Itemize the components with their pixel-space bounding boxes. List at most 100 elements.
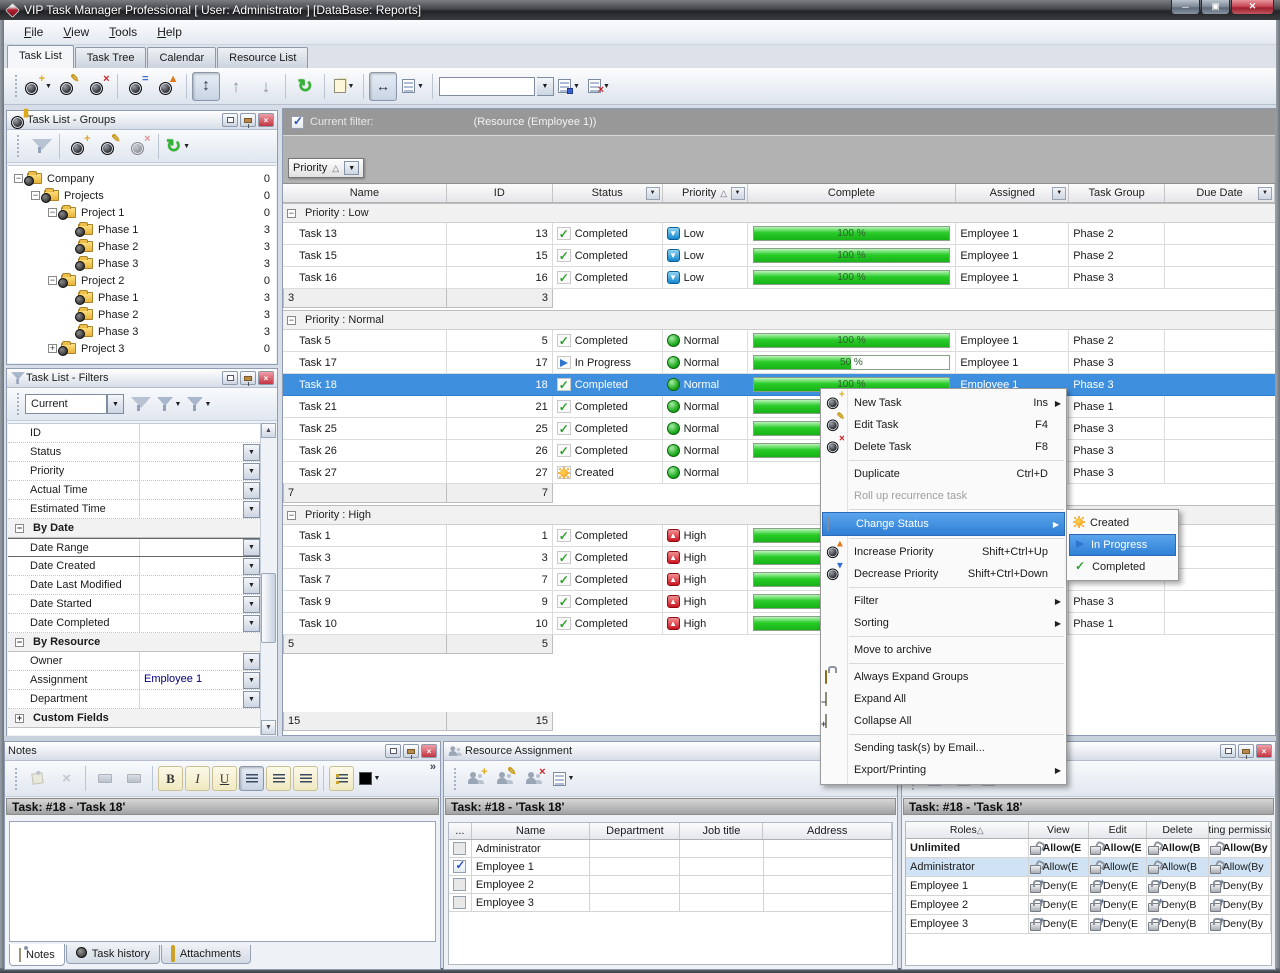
group-filter-button[interactable]: [26, 132, 54, 161]
resource-assign-resource-button[interactable]: +: [463, 765, 490, 792]
resource-resource-list-button[interactable]: ▼: [550, 765, 577, 792]
bold-button[interactable]: B: [158, 766, 183, 791]
complete-task-button[interactable]: =: [123, 72, 151, 101]
groups-pin-button[interactable]: [240, 113, 256, 127]
collapse-group-icon[interactable]: −: [287, 209, 296, 218]
bottom-tab-notes[interactable]: Notes: [9, 944, 65, 966]
column-header-name[interactable]: Name: [283, 184, 447, 202]
groups-restore-button[interactable]: [222, 113, 238, 127]
resource-checkbox[interactable]: [453, 842, 466, 855]
filter-field-value[interactable]: [139, 557, 243, 575]
align-center-button[interactable]: [266, 766, 291, 791]
filter-row-assignment[interactable]: AssignmentEmployee 1▼: [8, 671, 260, 690]
refresh-button[interactable]: ↻: [291, 72, 319, 101]
column-header-id[interactable]: ID: [447, 184, 553, 202]
submenu-item-completed[interactable]: ✓Completed: [1069, 556, 1176, 578]
column-filter-button[interactable]: ▼: [646, 187, 660, 200]
filter-section-custom-fields[interactable]: +Custom Fields: [8, 709, 260, 728]
resource-column-job-title[interactable]: Job title: [680, 823, 763, 839]
tab-calendar[interactable]: Calendar: [147, 47, 216, 68]
resource-row[interactable]: Employee 2: [449, 876, 892, 894]
filters-toolbar-drag-handle[interactable]: [16, 392, 21, 416]
menu-view[interactable]: View: [53, 21, 99, 43]
task-row[interactable]: Task 2525✓CompletedNormalPhase 3: [283, 418, 1275, 440]
resource-column-name[interactable]: Name: [472, 823, 591, 839]
menu-item-change-status[interactable]: Change Status▶: [822, 512, 1065, 536]
tab-resource-list[interactable]: Resource List: [217, 47, 308, 68]
column-filter-button[interactable]: ▼: [1258, 187, 1272, 200]
filter-field-value[interactable]: [139, 539, 243, 556]
menu-item-increase-priority[interactable]: ▲Increase PriorityShift+Ctrl+Up: [821, 541, 1066, 563]
filter-field-value[interactable]: [139, 652, 243, 670]
tree-item[interactable]: −Company0: [8, 170, 276, 187]
task-row[interactable]: Task 1515✓Completed▼Low100 %Employee 1Ph…: [283, 245, 1275, 267]
resource-column-address[interactable]: Address: [763, 823, 892, 839]
groups-toolbar-drag-handle[interactable]: [16, 134, 21, 158]
delete-note-button[interactable]: ×: [53, 765, 80, 792]
italic-button[interactable]: I: [185, 766, 210, 791]
task-row[interactable]: Task 2626✓CompletedNormalPhase 3: [283, 440, 1275, 462]
filter-dropdown-button[interactable]: ▼: [243, 444, 260, 461]
layout-combo[interactable]: [439, 77, 535, 96]
expand-toggle-icon[interactable]: −: [15, 638, 24, 647]
group-header[interactable]: −Priority : Low: [283, 203, 1275, 223]
columns-button[interactable]: ▼: [399, 72, 427, 101]
task-row[interactable]: Task 1616✓Completed▼Low100 %Employee 1Ph…: [283, 267, 1275, 289]
filters-scrollbar[interactable]: ▲ ▼: [260, 423, 276, 735]
menu-item-delete-task[interactable]: ×Delete TaskF8: [821, 436, 1066, 458]
expand-toggle-icon[interactable]: −: [31, 191, 40, 200]
font-color-button[interactable]: ▼: [356, 765, 383, 792]
filter-field-value[interactable]: [139, 595, 243, 613]
edit-task-button[interactable]: ✎: [54, 72, 82, 101]
reopen-task-button[interactable]: ▲: [153, 72, 181, 101]
task-row[interactable]: Task 1818✓CompletedNormal100 %Employee 1…: [283, 374, 1275, 396]
save-filter-button[interactable]: ▼: [155, 390, 183, 419]
move-down-button[interactable]: ↓: [252, 72, 280, 101]
edit-group-button[interactable]: ✎: [95, 132, 123, 161]
filter-row-id[interactable]: ID: [8, 424, 260, 443]
task-row[interactable]: Task 1010✓Completed▲HighPhase 1: [283, 613, 1275, 635]
minimize-button[interactable]: ─: [1171, 0, 1200, 15]
expand-toggle-icon[interactable]: +: [15, 714, 24, 723]
filter-preset-select[interactable]: Current: [25, 394, 107, 414]
group-by-chip[interactable]: Priority △ ▼: [288, 158, 364, 178]
apply-filter-button[interactable]: [125, 390, 153, 419]
close-button[interactable]: ✕: [1231, 0, 1274, 15]
permissions-row[interactable]: UnlimitedAllow(EAllow(EAllow(BAllow(By: [906, 839, 1271, 858]
scroll-down-button[interactable]: ▼: [261, 720, 276, 735]
resource-remove-assignment-button[interactable]: ×: [521, 765, 548, 792]
scroll-up-button[interactable]: ▲: [261, 423, 276, 438]
new-task-button[interactable]: +▼: [24, 72, 52, 101]
tree-item[interactable]: −Projects0: [8, 187, 276, 204]
collapse-group-icon[interactable]: −: [287, 316, 296, 325]
menu-item-duplicate[interactable]: DuplicateCtrl+D: [821, 463, 1066, 485]
fit-columns-button[interactable]: ↔: [369, 72, 397, 101]
permissions-row[interactable]: AdministratorAllow(EAllow(EAllow(BAllow(…: [906, 858, 1271, 877]
permissions-column-edit[interactable]: Edit: [1089, 822, 1147, 838]
permissions-row[interactable]: Employee 2Deny(EDeny(EDeny(BDeny(By: [906, 896, 1271, 915]
filter-row-department[interactable]: Department▼: [8, 690, 260, 709]
filter-dropdown-button[interactable]: ▼: [243, 558, 260, 575]
column-filter-button[interactable]: ▼: [1052, 187, 1066, 200]
resource-column-check[interactable]: ...: [449, 823, 472, 839]
expand-toggle-icon[interactable]: −: [15, 524, 24, 533]
permissions-pin-button[interactable]: [1238, 744, 1254, 758]
duplicate-button[interactable]: ▼: [330, 72, 358, 101]
task-row[interactable]: Task 1717In ProgressNormal50 %Employee 1…: [283, 352, 1275, 374]
filter-field-value[interactable]: [139, 614, 243, 632]
filter-dropdown-button[interactable]: ▼: [243, 577, 260, 594]
filter-dropdown-button[interactable]: ▼: [243, 615, 260, 632]
filter-section-by-resource[interactable]: −By Resource: [8, 633, 260, 652]
tree-item[interactable]: Phase 33: [8, 255, 276, 272]
toolbar-overflow-button[interactable]: »: [430, 761, 436, 773]
filter-dropdown-button[interactable]: ▼: [243, 539, 260, 556]
notes-close-button[interactable]: ×: [421, 744, 437, 758]
permissions-column-roles[interactable]: Roles△: [906, 822, 1029, 838]
expand-toggle-icon[interactable]: −: [48, 208, 57, 217]
filter-row-owner[interactable]: Owner▼: [8, 652, 260, 671]
notes-toolbar-drag-handle[interactable]: [14, 767, 19, 791]
filter-row-date-started[interactable]: Date Started▼: [8, 595, 260, 614]
layout-combo-dropdown[interactable]: ▼: [537, 77, 554, 96]
expand-toggle-icon[interactable]: −: [14, 174, 23, 183]
filter-section-by-date[interactable]: −By Date: [8, 519, 260, 538]
